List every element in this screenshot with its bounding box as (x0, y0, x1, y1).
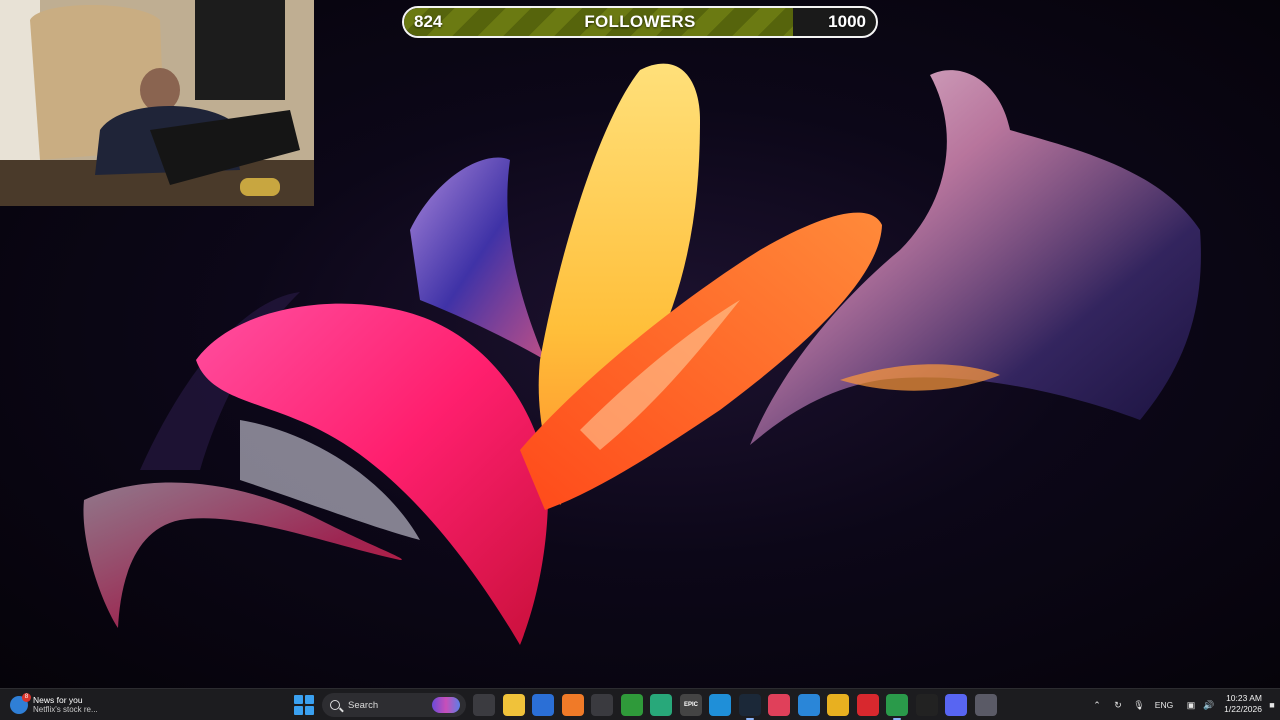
chevron-up-icon[interactable]: ⌃ (1090, 689, 1104, 720)
news-subtitle: Netflix's stock re... (33, 705, 98, 714)
epic-games-icon[interactable]: EPIC (680, 694, 702, 716)
start-button[interactable] (294, 695, 314, 715)
search-highlight-image (432, 697, 460, 713)
follower-goal-bar: 824 FOLLOWERS 1000 (402, 6, 878, 38)
taskbar: 8 News for you Netflix's stock re... Sea… (0, 688, 1280, 720)
microphone-icon[interactable]: 🎙 (1132, 689, 1146, 720)
goal-target-count: 1000 (828, 12, 866, 31)
photos-icon[interactable] (768, 694, 790, 716)
minecraft-icon[interactable] (621, 694, 643, 716)
store-icon[interactable] (532, 694, 554, 716)
search-icon (330, 700, 340, 710)
news-widget[interactable]: 8 News for you Netflix's stock re... (10, 692, 120, 718)
goal-label: FOLLOWERS (584, 12, 696, 31)
capcut-icon[interactable] (916, 694, 938, 716)
clock-date: 1/22/2026 (1224, 704, 1262, 714)
app-icon[interactable] (562, 694, 584, 716)
webcam-image (0, 0, 314, 206)
clock[interactable]: 10:23 AM 1/22/2026 (1224, 693, 1262, 715)
webcam-overlay (0, 0, 314, 206)
gear-icon[interactable] (975, 694, 997, 716)
search-placeholder: Search (348, 699, 379, 711)
chrome-icon[interactable] (886, 694, 908, 720)
steam-icon[interactable] (739, 694, 761, 720)
app-icon[interactable] (798, 694, 820, 716)
news-badge: 8 (22, 693, 31, 702)
language-indicator[interactable]: ENG (1152, 689, 1176, 720)
network-icon[interactable]: ↻ (1110, 689, 1126, 720)
system-tray: ⌃ ↻ 🎙 ENG ▣ 🔊 10:23 AM 1/22/2026 ■ (1080, 689, 1280, 720)
taskbar-search[interactable]: Search (322, 693, 466, 717)
display-icon[interactable]: ▣ (1184, 689, 1198, 720)
app-icon[interactable] (827, 694, 849, 716)
app-icon[interactable] (857, 694, 879, 716)
notification-icon[interactable]: ■ (1266, 689, 1278, 720)
edge-icon[interactable] (709, 694, 731, 716)
clock-time: 10:23 AM (1226, 693, 1262, 703)
file-explorer-icon[interactable] (503, 694, 525, 716)
task-view-icon[interactable] (473, 694, 495, 716)
settings-app-icon[interactable] (591, 694, 613, 716)
news-icon: 8 (10, 693, 31, 714)
news-title: News for you (33, 695, 83, 705)
chat-app-icon[interactable] (650, 694, 672, 716)
discord-icon[interactable] (945, 694, 967, 716)
volume-icon[interactable]: 🔊 (1202, 689, 1216, 720)
